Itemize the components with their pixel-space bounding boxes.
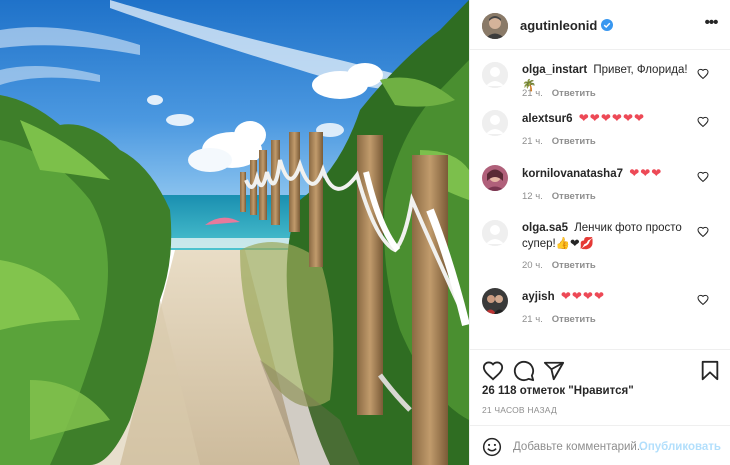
comments-list[interactable]: olga_instart Привет, Флорида!🌴 21 ч. Отве…: [470, 50, 730, 346]
reply-button[interactable]: Ответить: [552, 88, 596, 99]
comment-like-heart-icon[interactable]: [697, 171, 709, 183]
comment-time[interactable]: 21 ч.: [522, 314, 543, 325]
comment-username[interactable]: olga.sa5: [522, 222, 568, 234]
user-photo-avatar: [482, 165, 508, 191]
comment-time[interactable]: 12 ч.: [522, 191, 543, 202]
comment-meta: 21 ч. Ответить: [522, 88, 596, 99]
default-avatar-icon: [482, 110, 508, 136]
reply-button[interactable]: Ответить: [552, 136, 596, 147]
comment-username[interactable]: olga_instart: [522, 64, 587, 76]
comment-avatar[interactable]: [482, 110, 508, 136]
reply-button[interactable]: Ответить: [552, 260, 596, 271]
comment-time[interactable]: 21 ч.: [522, 88, 543, 99]
user-photo-avatar: [482, 288, 508, 314]
comment-meta: 12 ч. Ответить: [522, 191, 596, 202]
comment-like-heart-icon[interactable]: [697, 68, 709, 80]
default-avatar-icon: [482, 62, 508, 88]
send-icon[interactable]: [543, 360, 565, 382]
comment-meta: 21 ч. Ответить: [522, 136, 596, 147]
comment-time[interactable]: 20 ч.: [522, 260, 543, 271]
bookmark-icon[interactable]: [699, 360, 721, 382]
comment-meta: 21 ч. Ответить: [522, 314, 596, 325]
comment-like-heart-icon[interactable]: [697, 226, 709, 238]
comment-body: ayjish ❤❤❤❤: [522, 288, 692, 305]
comment-body: alextsur6 ❤❤❤❤❤❤: [522, 110, 692, 127]
comment-body: kornilovanatasha7 ❤❤❤: [522, 165, 692, 182]
comment-avatar[interactable]: [482, 62, 508, 88]
comment-time[interactable]: 21 ч.: [522, 136, 543, 147]
comment-avatar[interactable]: [482, 220, 508, 246]
comment-text: ❤❤❤: [629, 166, 663, 180]
post-photo[interactable]: [0, 0, 469, 465]
comment-text: ❤❤❤❤: [560, 289, 606, 303]
posted-time[interactable]: 21 ЧАСОВ НАЗАД: [482, 405, 557, 415]
beach-path-image: [0, 0, 469, 465]
comment-meta: 20 ч. Ответить: [522, 260, 596, 271]
comment-username[interactable]: alextsur6: [522, 113, 573, 125]
comment-input[interactable]: [513, 436, 643, 458]
comment-username[interactable]: ayjish: [522, 291, 555, 303]
comment-avatar[interactable]: [482, 288, 508, 314]
reply-button[interactable]: Ответить: [552, 191, 596, 202]
more-options-icon[interactable]: •••: [703, 15, 719, 32]
comment-avatar[interactable]: [482, 165, 508, 191]
comment-username[interactable]: kornilovanatasha7: [522, 168, 623, 180]
author-avatar-image: [482, 13, 508, 39]
author-username[interactable]: agutinleonid: [520, 18, 597, 33]
comment-like-heart-icon[interactable]: [697, 294, 709, 306]
reply-button[interactable]: Ответить: [552, 314, 596, 325]
comment-body: olga.sa5 Ленчик фото просто супер!👍❤💋: [522, 220, 692, 252]
comment-icon[interactable]: [513, 360, 535, 382]
publish-button[interactable]: Опубликовать: [639, 441, 721, 453]
comment-text: ❤❤❤❤❤❤: [578, 111, 646, 125]
default-avatar-icon: [482, 220, 508, 246]
verified-badge-icon: [601, 19, 613, 31]
post-side-panel: agutinleonid ••• olga_instart Привет, Фл…: [469, 0, 730, 465]
post-header: agutinleonid •••: [470, 0, 730, 50]
post-actions-bar: [470, 349, 730, 389]
heart-icon[interactable]: [482, 360, 504, 382]
author-avatar[interactable]: [482, 13, 508, 39]
likes-count[interactable]: 26 118 отметок "Нравится": [482, 385, 634, 397]
emoji-icon[interactable]: [482, 437, 502, 457]
comment-like-heart-icon[interactable]: [697, 116, 709, 128]
add-comment-bar: Опубликовать: [470, 425, 730, 465]
